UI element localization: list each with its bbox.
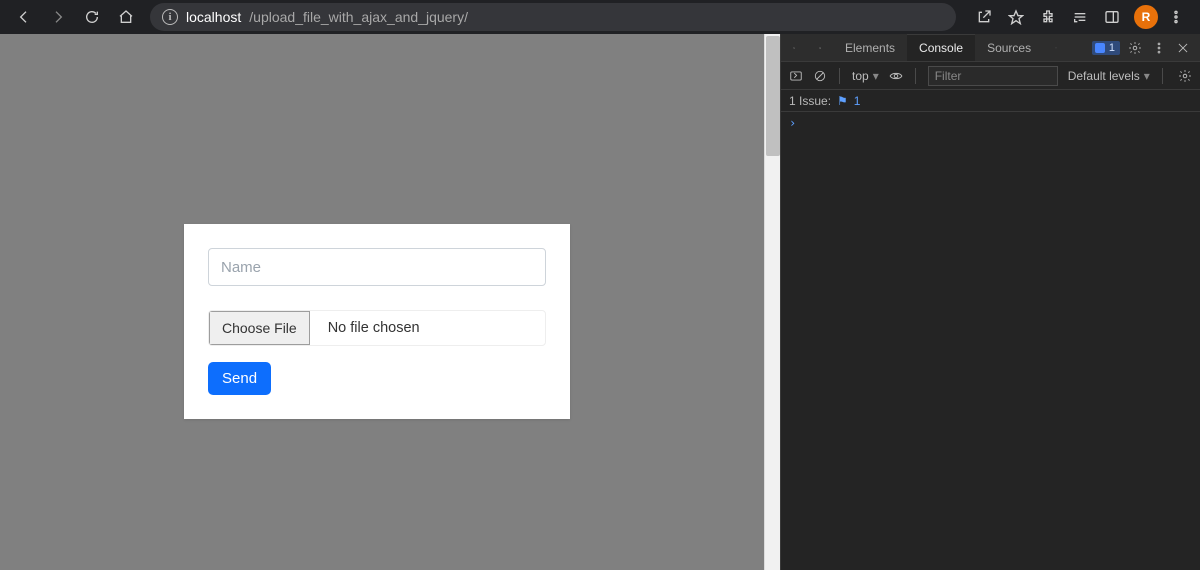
extensions-icon[interactable] [1034, 3, 1062, 31]
tab-sources[interactable]: Sources [975, 34, 1043, 61]
choose-file-button[interactable]: Choose File [209, 311, 310, 345]
issues-badge[interactable]: 1 [1092, 41, 1120, 55]
home-button[interactable] [112, 3, 140, 31]
console-filter-input[interactable] [928, 66, 1058, 86]
toolbar-separator [1162, 68, 1163, 84]
page-viewport: Choose File No file chosen Send [0, 34, 780, 570]
issues-badge-count: 1 [1109, 42, 1115, 54]
page-scrollbar[interactable] [764, 34, 780, 570]
browser-toolbar: i localhost/upload_file_with_ajax_and_jq… [0, 0, 1200, 34]
upload-form-card: Choose File No file chosen Send [184, 224, 570, 419]
console-sidebar-toggle-icon[interactable] [789, 69, 803, 83]
device-toolbar-icon[interactable] [807, 34, 833, 61]
devtools-panel: Elements Console Sources 1 [780, 34, 1200, 570]
devtools-tabbar: Elements Console Sources 1 [781, 34, 1200, 62]
browser-menu-icon[interactable] [1162, 3, 1190, 31]
devtools-settings-icon[interactable] [1124, 34, 1146, 62]
reading-list-icon[interactable] [1066, 3, 1094, 31]
profile-avatar[interactable]: R [1134, 5, 1158, 29]
url-path: /upload_file_with_ajax_and_jquery/ [249, 9, 468, 25]
toolbar-separator [915, 68, 916, 84]
reload-button[interactable] [78, 3, 106, 31]
console-settings-icon[interactable] [1178, 69, 1192, 83]
address-bar[interactable]: i localhost/upload_file_with_ajax_and_jq… [150, 3, 956, 31]
toolbar-separator [839, 68, 840, 84]
issues-count: 1 [854, 94, 861, 108]
log-levels-dropdown[interactable]: Default levels [1068, 69, 1150, 83]
side-panel-icon[interactable] [1098, 3, 1126, 31]
console-output[interactable]: › [781, 112, 1200, 570]
main-area: Choose File No file chosen Send Elements… [0, 34, 1200, 570]
share-icon[interactable] [970, 3, 998, 31]
back-button[interactable] [10, 3, 38, 31]
avatar-initial: R [1142, 10, 1151, 24]
console-prompt-icon: › [789, 116, 796, 130]
tab-elements[interactable]: Elements [833, 34, 907, 61]
file-input-row: Choose File No file chosen [208, 310, 546, 346]
clear-console-icon[interactable] [813, 69, 827, 83]
devtools-close-icon[interactable] [1172, 34, 1194, 62]
file-status-label: No file chosen [328, 320, 420, 336]
inspect-element-icon[interactable] [781, 34, 807, 61]
send-button[interactable]: Send [208, 362, 271, 395]
forward-button[interactable] [44, 3, 72, 31]
devtools-menu-icon[interactable] [1150, 34, 1168, 62]
console-toolbar: top Default levels [781, 62, 1200, 90]
issue-flag-icon: ⚑ [837, 94, 848, 108]
tab-console[interactable]: Console [907, 34, 975, 61]
site-info-icon[interactable]: i [162, 9, 178, 25]
issues-bar[interactable]: 1 Issue: ⚑ 1 [781, 90, 1200, 112]
tabs-overflow-icon[interactable] [1043, 34, 1069, 61]
scroll-thumb[interactable] [766, 36, 780, 156]
name-input[interactable] [208, 248, 546, 286]
issues-badge-icon [1095, 43, 1105, 53]
url-host: localhost [186, 9, 241, 25]
context-dropdown[interactable]: top [852, 69, 879, 83]
live-expression-icon[interactable] [889, 69, 903, 83]
issues-text: 1 Issue: [789, 94, 831, 108]
bookmark-star-icon[interactable] [1002, 3, 1030, 31]
